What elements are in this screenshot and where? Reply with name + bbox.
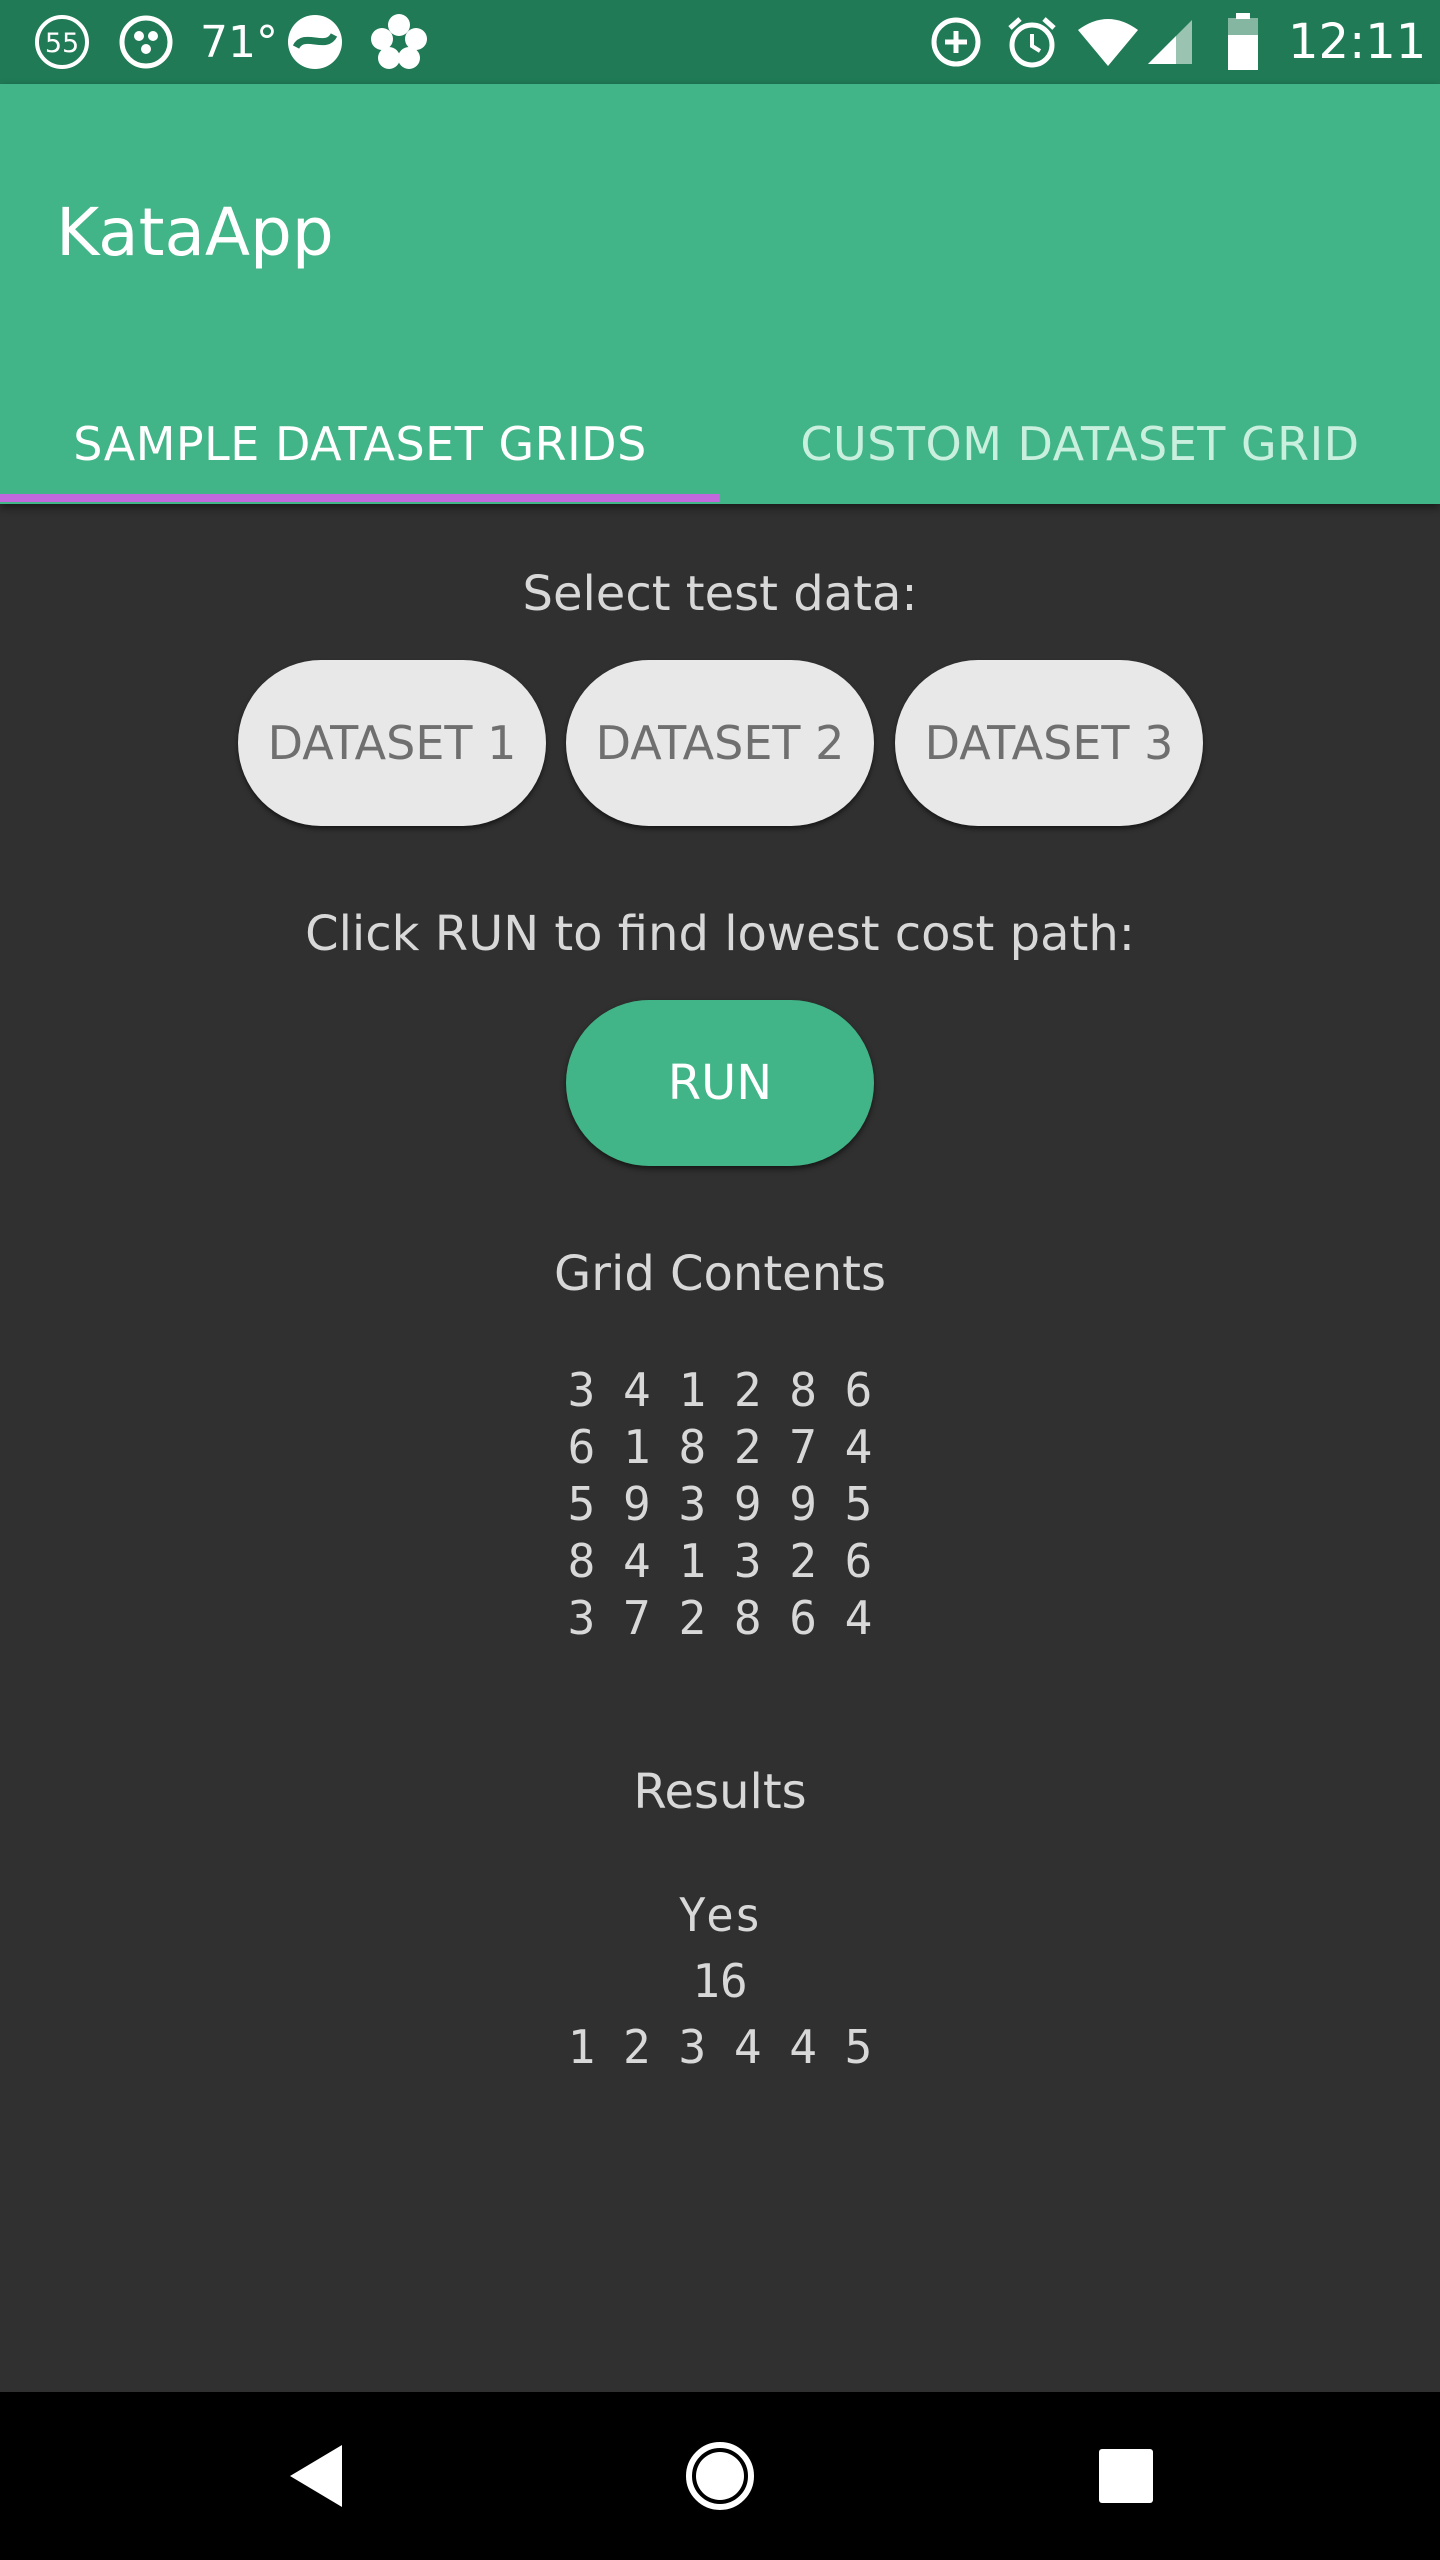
back-icon[interactable] xyxy=(236,2392,396,2560)
dataset-2-button[interactable]: DATASET 2 xyxy=(566,660,874,826)
flower-app-icon xyxy=(368,0,430,84)
grid-row: 3 4 1 2 8 6 xyxy=(567,1363,873,1417)
svg-text:55: 55 xyxy=(45,28,79,59)
dataset-1-button[interactable]: DATASET 1 xyxy=(238,660,546,826)
grid-row: 6 1 8 2 7 4 xyxy=(567,1420,873,1474)
alarm-icon xyxy=(1004,0,1060,84)
status-bar: 55 71° 12:11 xyxy=(0,0,1440,84)
results-heading: Results xyxy=(633,1764,807,1820)
dots-app-icon xyxy=(118,0,174,84)
recents-icon[interactable] xyxy=(1046,2392,1206,2560)
wifi-icon xyxy=(1076,0,1140,84)
temperature-text: 71° xyxy=(200,16,278,68)
results-output: Yes 16 1 2 3 4 4 5 xyxy=(0,1882,1440,2080)
swirl-app-icon xyxy=(286,0,344,84)
navigation-bar xyxy=(0,2392,1440,2560)
cell-signal-icon xyxy=(1146,0,1194,84)
battery-icon xyxy=(1226,0,1260,84)
grid-row: 3 7 2 8 6 4 xyxy=(567,1591,873,1645)
tab-sample-dataset-grids[interactable]: SAMPLE DATASET GRIDS xyxy=(0,384,720,504)
result-path: 1 2 3 4 4 5 xyxy=(567,2020,873,2074)
notification-count-icon: 55 xyxy=(32,0,92,84)
clock: 12:11 xyxy=(1288,14,1427,70)
app-title: KataApp xyxy=(56,194,334,271)
main-content: Select test data: DATASET 1 DATASET 2 DA… xyxy=(0,504,1440,2392)
select-data-prompt: Select test data: xyxy=(522,566,918,622)
tab-custom-dataset-grid[interactable]: CUSTOM DATASET GRID xyxy=(720,384,1440,504)
grid-row: 8 4 1 3 2 6 xyxy=(567,1534,873,1588)
result-success: Yes xyxy=(678,1888,762,1942)
tab-indicator xyxy=(0,494,720,502)
app-bar: KataApp SAMPLE DATASET GRIDS CUSTOM DATA… xyxy=(0,84,1440,504)
data-saver-icon xyxy=(928,0,984,84)
run-prompt: Click RUN to find lowest cost path: xyxy=(305,906,1135,962)
grid-contents-heading: Grid Contents xyxy=(554,1246,886,1302)
result-total-cost: 16 xyxy=(692,1954,748,2008)
grid-contents: 3 4 1 2 8 6 6 1 8 2 7 4 5 9 3 9 9 5 8 4 … xyxy=(0,1362,1440,1647)
grid-row: 5 9 3 9 9 5 xyxy=(567,1477,873,1531)
home-icon[interactable] xyxy=(640,2392,800,2560)
run-button[interactable]: RUN xyxy=(566,1000,874,1166)
dataset-3-button[interactable]: DATASET 3 xyxy=(895,660,1203,826)
